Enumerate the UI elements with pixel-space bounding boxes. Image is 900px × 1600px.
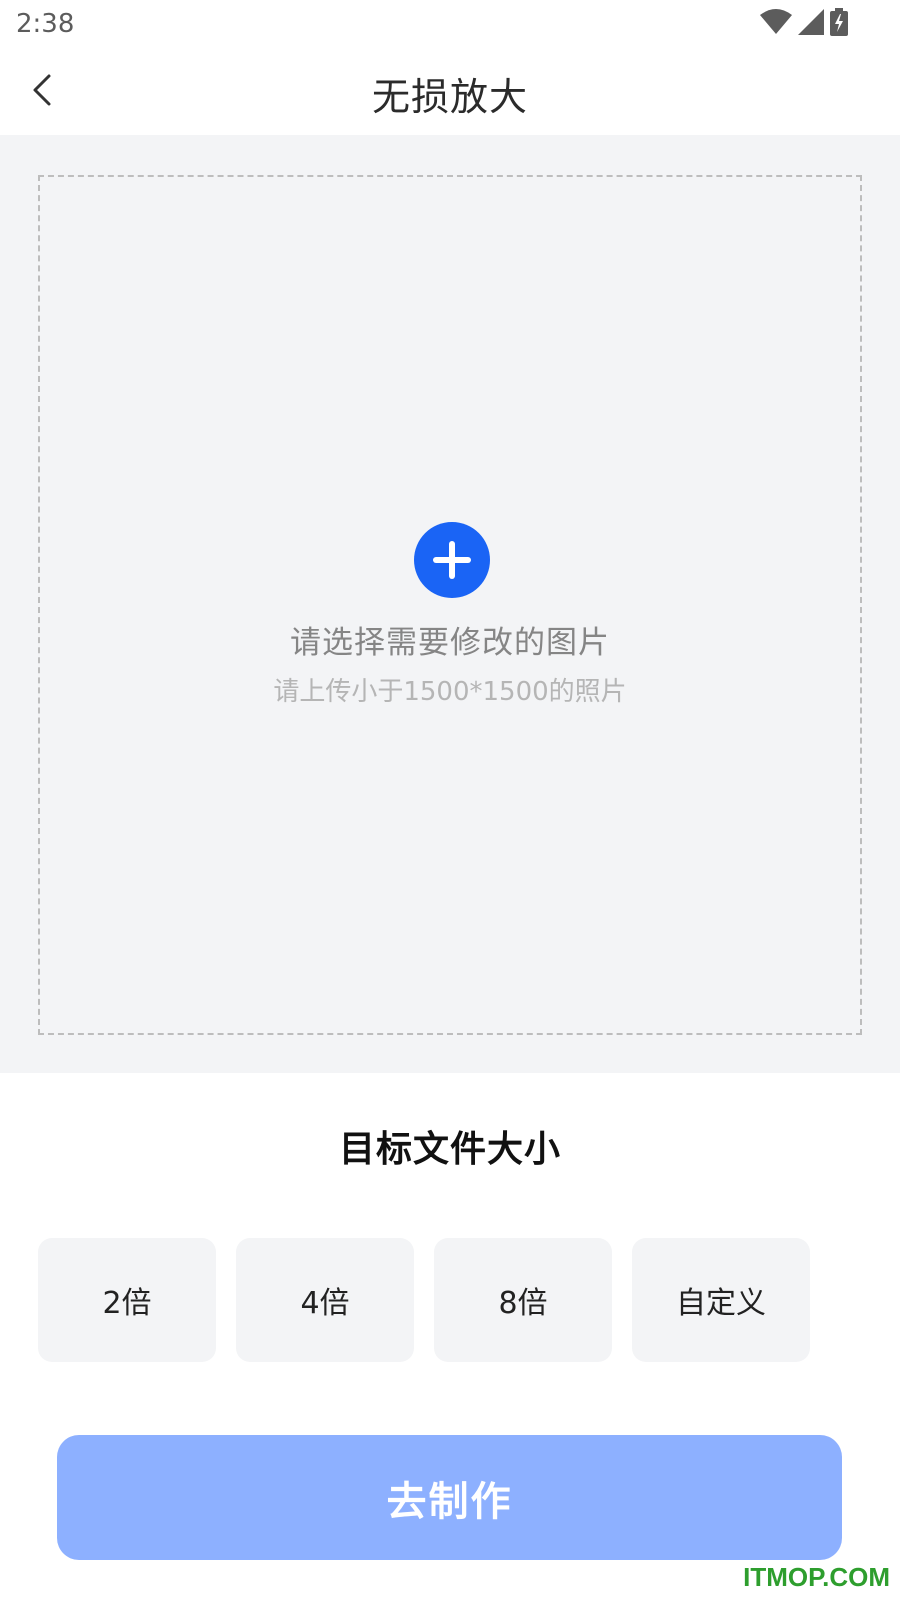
option-2x[interactable]: 2倍 [38,1238,216,1362]
upload-hint: 请选择需要修改的图片 [290,625,610,661]
option-4x[interactable]: 4倍 [236,1238,414,1362]
page-title: 无损放大 [371,75,528,119]
image-upload-dropzone[interactable]: 请选择需要修改的图片 请上传小于1500*1500的照片 [38,175,862,1035]
screen: 2:38 无损放大 请选择需要修改的图片 请上传小于1500*1500的照片 目… [0,0,900,1600]
nav-bar: 无损放大 [0,50,900,135]
cellular-signal-icon [798,9,824,39]
start-processing-button[interactable]: 去制作 [57,1435,842,1560]
upload-section: 请选择需要修改的图片 请上传小于1500*1500的照片 [0,135,900,1073]
status-bar: 2:38 [0,0,900,50]
watermark: ITMOP.COM [743,1562,890,1592]
option-8x[interactable]: 8倍 [434,1238,612,1362]
scale-options: 2倍 4倍 8倍 自定义 [38,1238,838,1362]
status-time: 2:38 [16,9,75,39]
wifi-icon [760,9,792,39]
battery-charging-icon [830,8,848,40]
target-size-title: 目标文件大小 [338,1129,561,1170]
option-custom[interactable]: 自定义 [632,1238,810,1362]
add-circle-icon[interactable] [414,522,490,598]
upload-subhint: 请上传小于1500*1500的照片 [273,677,627,707]
status-icons [754,8,848,40]
